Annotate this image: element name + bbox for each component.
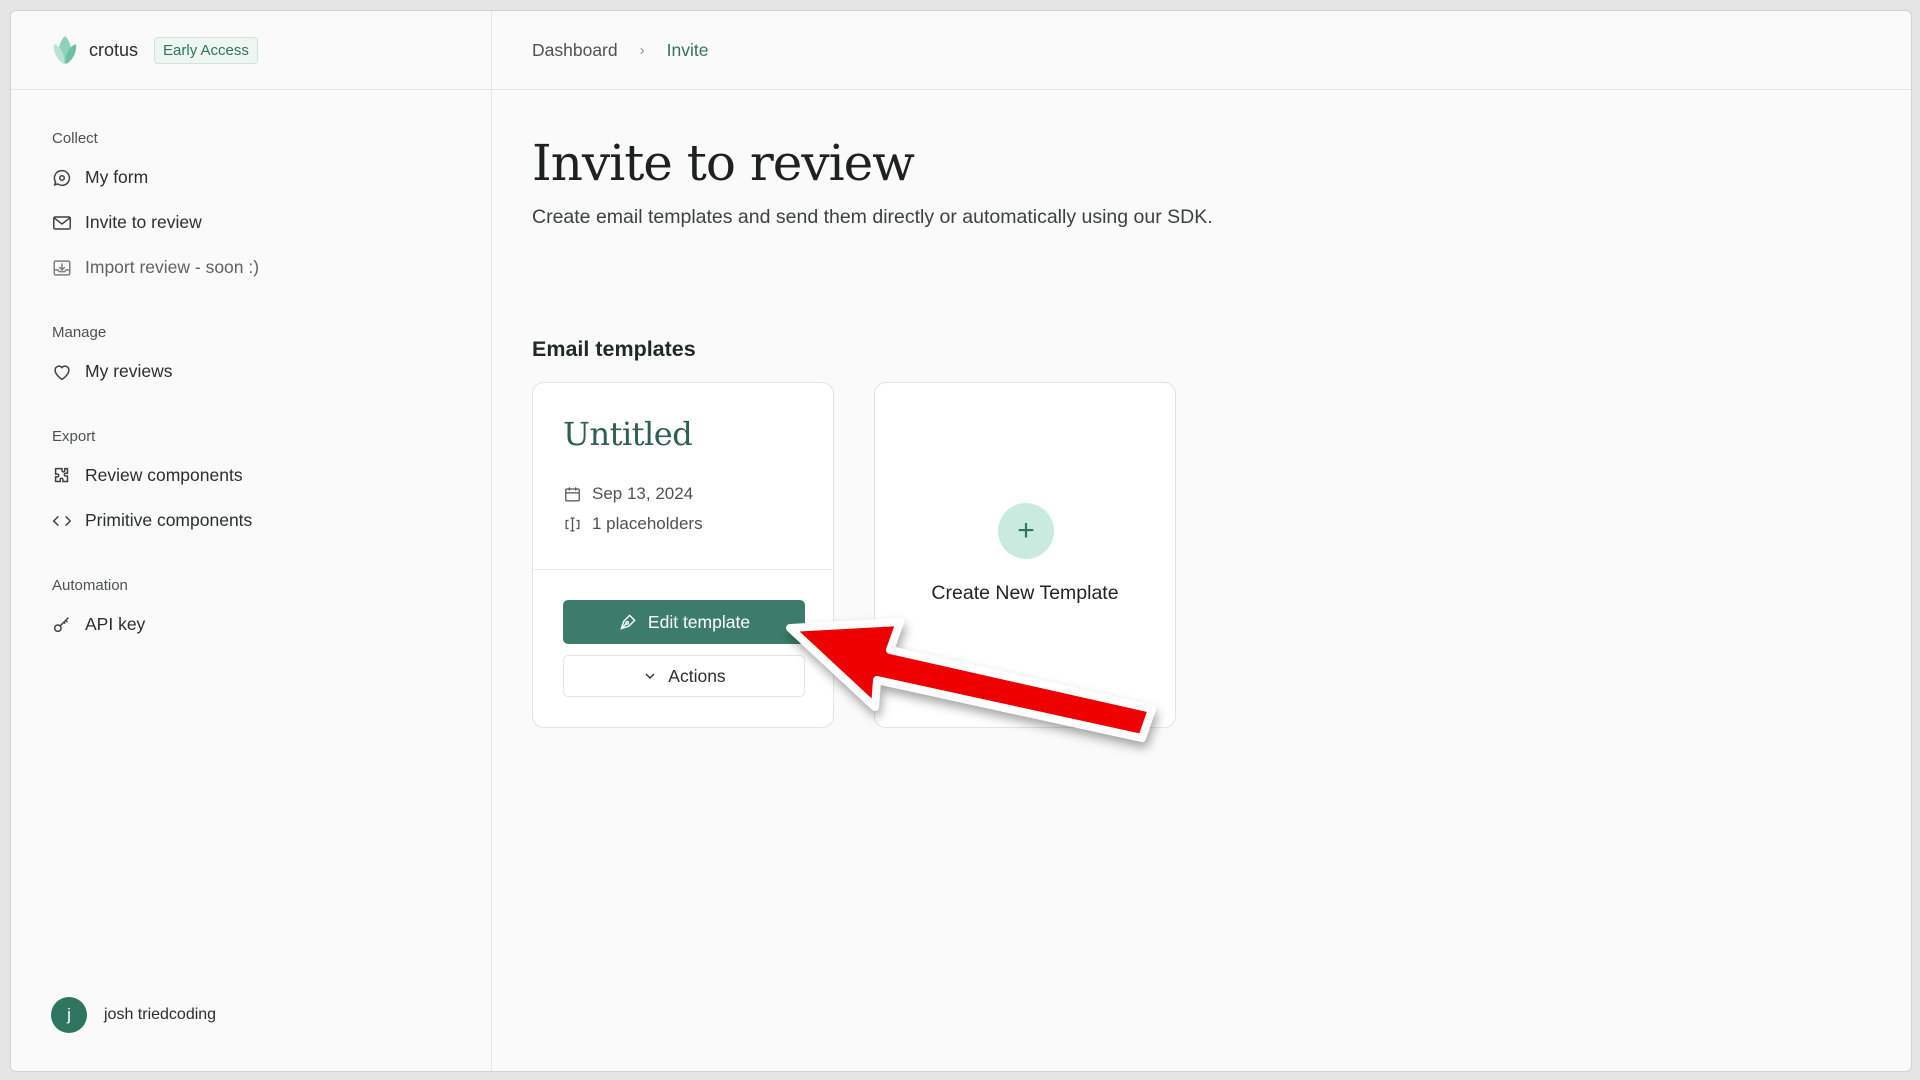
sidebar-item-my-form[interactable]: My form	[11, 155, 491, 200]
section-title: Manage	[52, 324, 107, 341]
text-cursor-icon	[565, 517, 580, 531]
heart-icon	[54, 365, 70, 380]
edit-template-label: Edit template	[647, 611, 751, 632]
key-icon	[53, 616, 69, 632]
actions-label: Actions	[668, 665, 726, 686]
puzzle-icon	[54, 467, 69, 482]
calendar-icon	[565, 486, 580, 501]
page-subtitle: Create email templates and send them dir…	[532, 206, 1213, 228]
template-date-row: Sep 13, 2024	[563, 479, 833, 509]
sidebar-item-review-components[interactable]: Review components	[11, 453, 491, 498]
app-window: crotus Early Access Collect My form Invi…	[10, 10, 1912, 1072]
template-cards: Untitled Sep 13, 2024 1 placeholders Edi…	[532, 382, 1911, 728]
section-title: Automation	[52, 577, 128, 594]
template-date: Sep 13, 2024	[592, 484, 694, 503]
template-card: Untitled Sep 13, 2024 1 placeholders Edi…	[532, 382, 834, 728]
sidebar-item-my-reviews[interactable]: My reviews	[11, 349, 491, 394]
edit-template-button[interactable]: Edit template	[563, 600, 805, 644]
email-templates-heading: Email templates	[532, 337, 696, 361]
sidebar-item-invite[interactable]: Invite to review	[11, 200, 491, 245]
pen-tool-icon	[620, 614, 636, 630]
early-access-badge: Early Access	[154, 36, 258, 64]
card-divider	[533, 569, 833, 570]
mail-icon	[53, 215, 71, 230]
template-placeholders: 1 placeholders	[592, 514, 703, 533]
section-title: Export	[52, 428, 96, 445]
plus-icon: +	[998, 503, 1054, 559]
section-title: Collect	[52, 130, 98, 147]
sidebar-item-label: API key	[85, 614, 146, 634]
section-manage: Manage My reviews	[11, 324, 491, 394]
breadcrumb: Dashboard › Invite	[492, 11, 1911, 90]
user-name: josh triedcoding	[104, 1006, 217, 1023]
template-meta: Sep 13, 2024 1 placeholders	[563, 479, 833, 539]
section-automation: Automation API key	[11, 577, 491, 647]
brand-name[interactable]: crotus	[89, 40, 138, 61]
sidebar-item-label: Invite to review	[85, 212, 202, 232]
breadcrumb-current: Invite	[666, 39, 709, 60]
sidebar-item-label: My form	[85, 167, 149, 187]
chevron-down-icon	[645, 673, 655, 679]
code-brackets-icon	[52, 515, 72, 526]
breadcrumb-dashboard[interactable]: Dashboard	[532, 40, 618, 61]
section-export: Export Review components Primitive compo…	[11, 428, 491, 543]
template-placeholders-row: 1 placeholders	[563, 509, 833, 539]
sidebar-item-primitive-components[interactable]: Primitive components	[11, 498, 491, 543]
sidebar-item-label: Review components	[85, 465, 243, 485]
chevron-right-icon: ›	[639, 41, 645, 59]
sidebar-nav: Collect My form Invite to review Import …	[11, 90, 491, 647]
page-title: Invite to review	[532, 134, 915, 192]
avatar: j	[51, 997, 87, 1033]
sidebar: crotus Early Access Collect My form Invi…	[11, 11, 492, 1071]
leaf-logo-icon	[53, 36, 77, 64]
template-name: Untitled	[563, 415, 693, 453]
brand-header: crotus Early Access	[11, 11, 491, 90]
import-tray-icon	[53, 259, 71, 276]
section-collect: Collect My form Invite to review Import …	[11, 130, 491, 290]
create-template-label: Create New Template	[931, 582, 1119, 604]
sidebar-item-api-key[interactable]: API key	[11, 602, 491, 647]
actions-button[interactable]: Actions	[563, 655, 805, 697]
sidebar-item-label: Primitive components	[85, 510, 253, 530]
sidebar-item-label: My reviews	[85, 361, 173, 381]
user-profile[interactable]: j josh triedcoding	[51, 997, 216, 1033]
sidebar-item-label: Import review - soon :)	[85, 257, 260, 277]
create-template-card[interactable]: + Create New Template	[874, 382, 1176, 728]
sidebar-item-import-review[interactable]: Import review - soon :)	[11, 245, 491, 290]
main-content: Invite to review Create email templates …	[532, 89, 1911, 1071]
chat-bubble-icon	[53, 169, 71, 186]
